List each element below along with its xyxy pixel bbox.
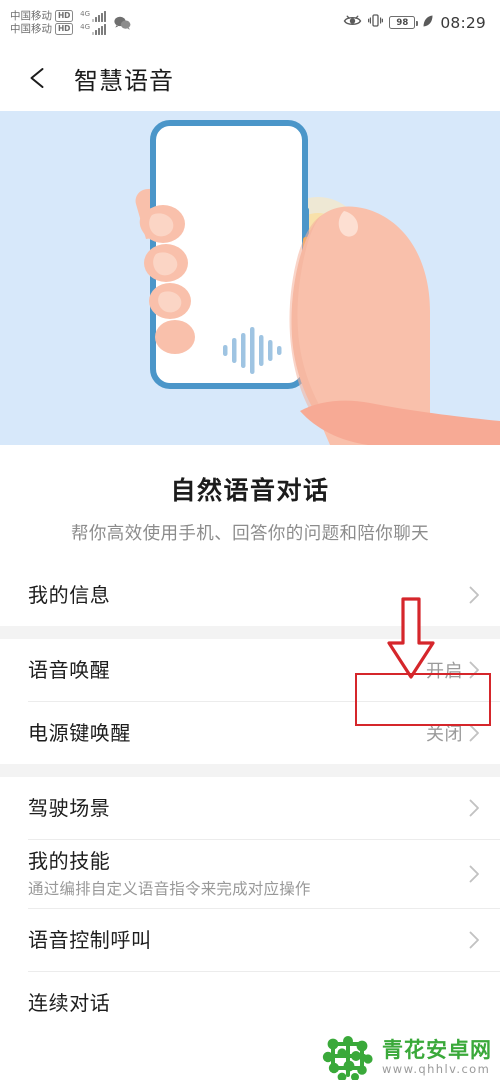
row-right: 关闭 <box>426 720 480 746</box>
leaf-power-saving-icon <box>421 13 434 32</box>
row-right: 开启 <box>426 657 480 683</box>
row-label: 连续对话 <box>28 990 111 1015</box>
hd-badge: HD <box>55 23 74 35</box>
row-label: 语音唤醒 <box>28 657 111 682</box>
signal-bars-icon <box>92 11 106 22</box>
row-label: 我的技能 <box>28 849 111 873</box>
row-value: 关闭 <box>426 724 463 745</box>
group-separator <box>0 764 500 777</box>
chevron-right-icon <box>469 931 479 949</box>
row-texts: 电源键唤醒 <box>28 720 131 747</box>
intro-title: 自然语音对话 <box>170 476 330 505</box>
row-my-info[interactable]: 我的信息 <box>0 564 500 626</box>
vibrate-icon <box>368 13 384 32</box>
group-separator <box>0 626 500 639</box>
carrier-name: 中国移动 <box>10 23 52 35</box>
network-type-label: 4G <box>80 23 90 31</box>
row-value: 开启 <box>426 661 463 682</box>
row-label: 驾驶场景 <box>28 795 111 820</box>
hd-badge: HD <box>55 10 74 22</box>
intro-subtitle: 帮你高效使用手机、回答你的问题和陪你聊天 <box>71 524 429 544</box>
watermark-site-name: 青花安卓网 <box>382 1038 492 1063</box>
site-watermark: 青花安卓网 www.qhhlv.com <box>322 1036 492 1080</box>
row-description: 通过编排自定义语音指令来完成对应操作 <box>28 880 311 898</box>
row-right <box>469 931 480 949</box>
row-power-key-wakeup[interactable]: 电源键唤醒 关闭 <box>0 702 500 764</box>
status-bar-left: 中国移动 HD 中国移动 HD 4G 4G <box>10 10 131 35</box>
wechat-icon <box>114 15 131 34</box>
row-voice-control-call[interactable]: 语音控制呼叫 <box>0 909 500 971</box>
row-texts: 连续对话 <box>28 990 110 1017</box>
signal-unit: 4G <box>80 10 106 22</box>
status-bar-clock: 08:29 <box>440 13 486 32</box>
row-texts: 我的技能 通过编排自定义语音指令来完成对应操作 <box>28 848 311 900</box>
row-texts: 驾驶场景 <box>28 795 110 822</box>
back-arrow-icon[interactable] <box>26 65 52 91</box>
network-type-label: 4G <box>80 10 90 18</box>
row-label: 语音控制呼叫 <box>28 927 152 952</box>
row-label: 电源键唤醒 <box>28 720 131 745</box>
carrier-row: 中国移动 HD <box>10 23 74 35</box>
qinghua-android-logo-icon <box>322 1036 373 1080</box>
row-my-skills[interactable]: 我的技能 通过编排自定义语音指令来完成对应操作 <box>0 840 500 908</box>
battery-percent-label: 98 <box>396 17 409 28</box>
signal-unit: 4G <box>80 23 106 35</box>
hero-banner <box>0 111 500 445</box>
status-bar: 中国移动 HD 中国移动 HD 4G 4G 98 08:29 <box>0 0 500 45</box>
page-title: 智慧语音 <box>74 66 174 95</box>
watermark-url: www.qhhlv.com <box>382 1062 491 1077</box>
settings-group-1: 我的信息 <box>0 564 500 626</box>
row-driving-mode[interactable]: 驾驶场景 <box>0 777 500 839</box>
carrier-row: 中国移动 HD <box>10 10 74 22</box>
watermark-text: 青花安卓网 www.qhhlv.com <box>382 1040 492 1076</box>
hand-holding-phone-voice-illustration <box>0 111 500 445</box>
chevron-right-icon <box>469 661 479 679</box>
row-right <box>469 586 480 604</box>
signal-bars-icon <box>92 24 106 35</box>
signal-group: 4G 4G <box>80 10 106 35</box>
carrier-name: 中国移动 <box>10 10 52 22</box>
chevron-right-icon <box>469 799 479 817</box>
intro-section: 自然语音对话 帮你高效使用手机、回答你的问题和陪你聊天 <box>0 445 500 564</box>
row-texts: 语音控制呼叫 <box>28 927 152 954</box>
row-texts: 语音唤醒 <box>28 657 110 684</box>
row-voice-wakeup[interactable]: 语音唤醒 开启 <box>0 639 500 701</box>
battery-indicator: 98 <box>389 16 418 29</box>
title-bar: 智慧语音 <box>0 45 500 111</box>
eye-care-icon <box>343 13 362 32</box>
row-continuous-dialogue[interactable]: 连续对话 <box>0 972 500 1034</box>
settings-group-2: 语音唤醒 开启 电源键唤醒 关闭 <box>0 639 500 764</box>
settings-group-3: 驾驶场景 我的技能 通过编排自定义语音指令来完成对应操作 语音控制呼叫 连续对话 <box>0 777 500 1034</box>
row-texts: 我的信息 <box>28 582 110 609</box>
phone-screen: 中国移动 HD 中国移动 HD 4G 4G 98 08:29 智慧语音 自然语音… <box>0 0 500 1084</box>
row-right <box>469 799 480 817</box>
status-bar-right: 98 08:29 <box>343 13 486 32</box>
carrier-stack: 中国移动 HD 中国移动 HD <box>10 10 74 35</box>
row-right <box>469 865 480 883</box>
chevron-right-icon <box>469 724 479 742</box>
chevron-right-icon <box>469 586 479 604</box>
chevron-right-icon <box>469 865 479 883</box>
row-label: 我的信息 <box>28 582 111 607</box>
